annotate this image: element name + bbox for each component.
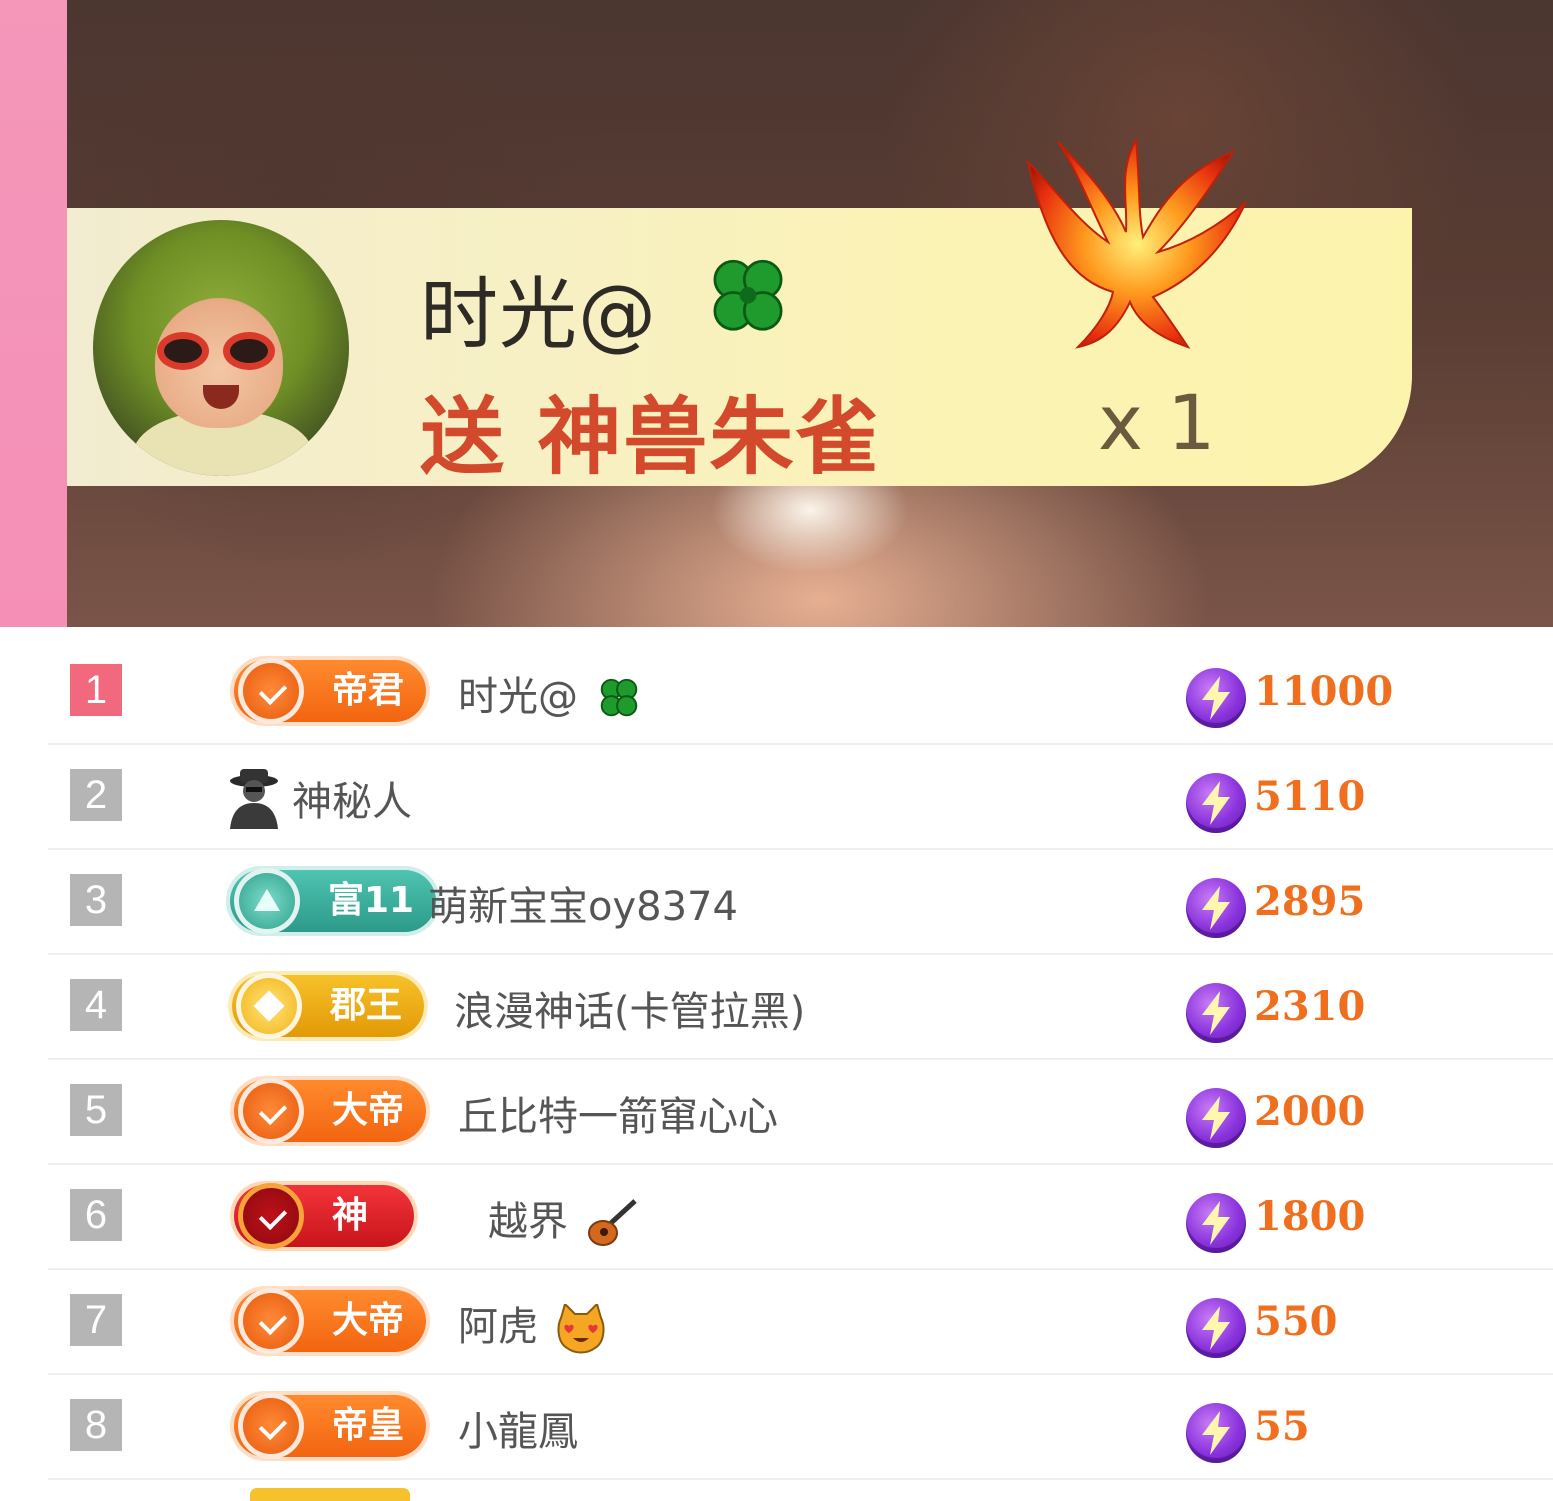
badge-crest-icon (238, 1393, 304, 1459)
badge-crest-icon (238, 1183, 304, 1249)
contribution-score: 550 (1254, 1298, 1338, 1345)
lightning-gem-icon (1186, 1298, 1246, 1358)
rank-number: 3 (70, 874, 122, 926)
mystery-person-icon (230, 769, 278, 829)
gift-description: 送 神兽朱雀 (420, 388, 882, 486)
contribution-score: 1800 (1254, 1193, 1366, 1240)
rank-number: 7 (70, 1294, 122, 1346)
badge-crest-icon (234, 868, 300, 934)
user-name[interactable]: 浪漫神话(卡管拉黑) (454, 979, 805, 1037)
live-video-stage: 时光@ 送 神兽朱雀 x 1 (0, 0, 1553, 627)
rank-number: 2 (70, 769, 122, 821)
badge-crest-icon (238, 1078, 304, 1144)
badge-crest-icon (238, 1288, 304, 1354)
ranking-row[interactable]: 2 神秘人 5110 (48, 745, 1553, 850)
side-accent-bar (0, 0, 67, 627)
noble-badge: 神 (234, 1183, 415, 1249)
contribution-score: 5110 (1254, 773, 1366, 820)
ranking-row[interactable]: 8 帝皇 小龍鳳 55 (48, 1375, 1553, 1480)
noble-badge: 帝皇 (234, 1393, 427, 1459)
ranking-row[interactable]: 6 神 越界 1800 (48, 1165, 1553, 1270)
user-name[interactable]: 丘比特一箭窜心心 (458, 1084, 778, 1142)
ranking-row[interactable]: 3 富11 萌新宝宝oy8374 2895 (48, 850, 1553, 955)
user-name[interactable]: 阿虎 (458, 1294, 607, 1354)
lightning-gem-icon (1186, 1403, 1246, 1463)
four-leaf-clover-icon (713, 259, 783, 331)
rank-number: 5 (70, 1084, 122, 1136)
heart-eyes-cat-icon (557, 1304, 605, 1354)
ranking-row[interactable]: 4 郡王 浪漫神话(卡管拉黑) 2310 (48, 955, 1553, 1060)
user-name[interactable]: 神秘人 (292, 769, 412, 827)
ranking-row[interactable]: 7 大帝 阿虎 550 (48, 1270, 1553, 1375)
gift-count: x 1 (1098, 378, 1216, 467)
user-name[interactable]: 小龍鳳 (458, 1399, 578, 1457)
user-name[interactable]: 时光@ (458, 664, 643, 723)
lightning-gem-icon (1186, 668, 1246, 728)
user-name[interactable]: 萌新宝宝oy8374 (428, 874, 738, 932)
ranking-row[interactable]: 1 帝君 时光@ 11000 (48, 640, 1553, 745)
sender-avatar[interactable] (93, 220, 349, 476)
user-name[interactable]: 越界 (488, 1189, 639, 1249)
lightning-gem-icon (1186, 1193, 1246, 1253)
lightning-gem-icon (1186, 878, 1246, 938)
badge-crest-icon (236, 973, 302, 1039)
four-leaf-clover-icon (600, 678, 637, 717)
noble-badge: 大帝 (234, 1288, 427, 1354)
guitar-icon (587, 1199, 637, 1246)
contribution-score: 2895 (1254, 878, 1366, 925)
contribution-score: 2000 (1254, 1088, 1366, 1135)
next-row-badge-partial (250, 1488, 410, 1501)
noble-badge: 帝君 (234, 658, 427, 724)
contribution-score: 55 (1254, 1403, 1310, 1450)
gift-sender-name: 时光@ (420, 270, 658, 360)
noble-badge: 郡王 (232, 973, 425, 1039)
rank-number: 8 (70, 1399, 122, 1451)
lightning-gem-icon (1186, 983, 1246, 1043)
rank-number: 6 (70, 1189, 122, 1241)
phoenix-icon (1026, 136, 1247, 349)
rank-number: 1 (70, 664, 122, 716)
rank-number: 4 (70, 979, 122, 1031)
contribution-score: 11000 (1254, 668, 1394, 715)
badge-crest-icon (238, 658, 304, 724)
wealth-level-badge: 富11 (230, 868, 437, 934)
lightning-gem-icon (1186, 773, 1246, 833)
contribution-score: 2310 (1254, 983, 1366, 1030)
lightning-gem-icon (1186, 1088, 1246, 1148)
noble-badge: 大帝 (234, 1078, 427, 1144)
ranking-row[interactable]: 5 大帝 丘比特一箭窜心心 2000 (48, 1060, 1553, 1165)
